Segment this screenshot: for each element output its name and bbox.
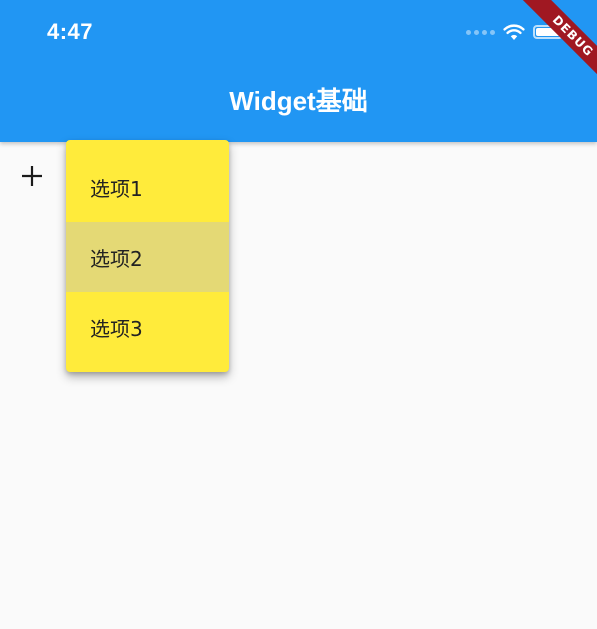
- add-button[interactable]: [14, 158, 50, 194]
- menu-item-option-1[interactable]: 选项1: [66, 152, 229, 222]
- signal-icon: [466, 29, 495, 35]
- wifi-icon: [503, 24, 525, 40]
- menu-item-option-3[interactable]: 选项3: [66, 292, 229, 362]
- add-icon: [22, 166, 42, 186]
- menu-list: 选项1 选项2 选项3: [66, 152, 229, 362]
- popup-menu: 选项1 选项2 选项3: [66, 140, 229, 372]
- page-title: Widget基础: [229, 86, 368, 116]
- menu-item-option-2[interactable]: 选项2: [66, 222, 229, 292]
- status-time: 4:47: [47, 19, 94, 44]
- app-bar: 4:47 Widget基础: [0, 0, 597, 142]
